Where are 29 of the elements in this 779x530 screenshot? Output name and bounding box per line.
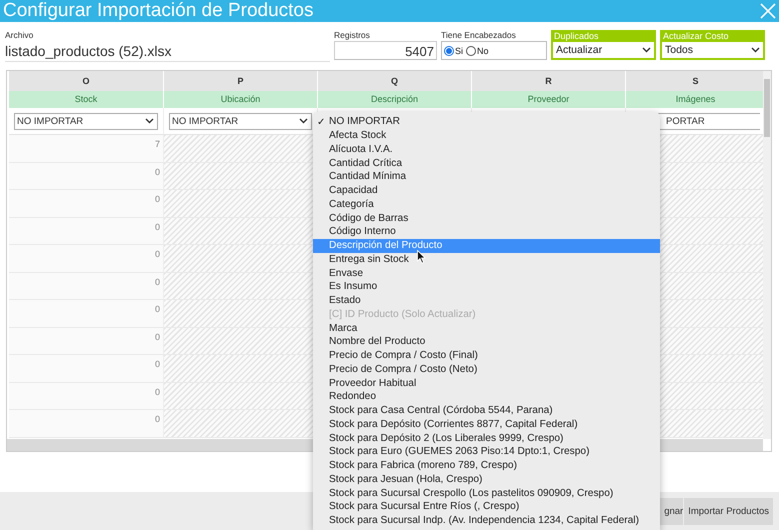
table-cell: 0 — [9, 382, 164, 410]
column-header: Stock — [9, 91, 164, 108]
column-letter: Q — [318, 71, 472, 91]
column-header: Proveedor — [472, 91, 626, 108]
table-cell: 0 — [9, 355, 164, 382]
column-letter: S — [626, 71, 763, 91]
table-cell: 0 — [9, 162, 164, 190]
table-cell: 0 — [9, 272, 164, 300]
column-header: Imágenes — [626, 91, 763, 108]
table-cell: 0 — [9, 245, 164, 272]
table-cell: 0 — [9, 218, 164, 245]
field-label: Tiene Encabezados — [441, 30, 517, 40]
field-label: Actualizar Costo — [662, 30, 730, 42]
column-header: Descripción — [318, 91, 472, 108]
table-cell: 7 — [9, 135, 164, 162]
column-letter: O — [9, 71, 164, 91]
field-label: Duplicados — [553, 30, 600, 42]
table-cell: 0 — [9, 410, 164, 438]
column-header: Ubicación — [164, 91, 318, 108]
field-label: Archivo — [5, 30, 34, 40]
check-mark: ✓ — [316, 116, 326, 128]
column-letter: R — [472, 71, 626, 91]
window-title: Configurar Importación de Productos — [3, 0, 314, 22]
table-cell: 0 — [9, 190, 164, 218]
record-count-field: 5407 — [334, 41, 437, 60]
column-letter: P — [164, 71, 318, 91]
field-label: Registros — [334, 30, 371, 40]
table-cell: 0 — [9, 328, 164, 355]
table-cell: 0 — [9, 300, 164, 328]
